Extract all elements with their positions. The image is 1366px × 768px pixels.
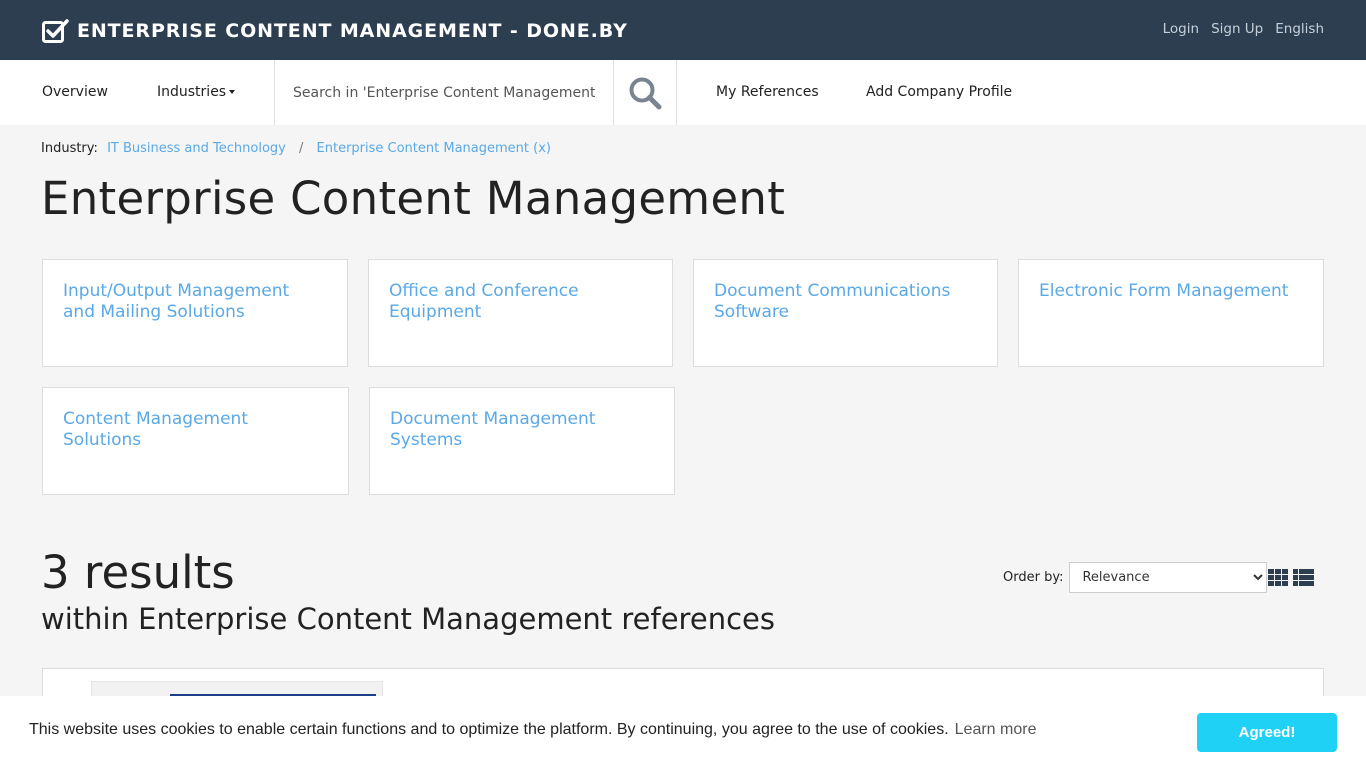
category-card[interactable]: Content Management Solutions [42, 387, 349, 495]
top-header: ENTERPRISE CONTENT MANAGEMENT - DONE.BY … [0, 0, 1366, 60]
category-link[interactable]: Content Management Solutions [63, 409, 328, 451]
checkbox-check-icon [42, 19, 69, 43]
nav-add-company-profile[interactable]: Add Company Profile [866, 84, 1012, 100]
view-toggle [1268, 569, 1314, 586]
search-button[interactable] [614, 60, 677, 125]
results-subtitle: within Enterprise Content Management ref… [41, 602, 775, 636]
breadcrumb-item-ecm-remove[interactable]: Enterprise Content Management (x) [317, 141, 551, 156]
order-by-select[interactable]: Relevance [1069, 562, 1268, 593]
cookie-learn-more-link[interactable]: Learn more [955, 721, 1037, 738]
nav-my-references[interactable]: My References [716, 84, 819, 100]
main-navbar: Overview Industries My References Add Co… [0, 60, 1366, 125]
caret-down-icon [229, 90, 236, 94]
category-card[interactable]: Document Management Systems [369, 387, 675, 495]
page-title: Enterprise Content Management [41, 172, 786, 225]
breadcrumb-label: Industry: [41, 141, 98, 156]
search-box [274, 60, 614, 125]
brand-title: ENTERPRISE CONTENT MANAGEMENT - DONE.BY [77, 20, 628, 42]
grid-view-icon[interactable] [1268, 569, 1288, 586]
breadcrumb-separator: / [298, 141, 304, 156]
search-icon [629, 77, 662, 109]
cookie-message: This website uses cookies to enable cert… [29, 721, 1036, 739]
login-link[interactable]: Login [1163, 21, 1199, 37]
order-by-label: Order by: [1003, 570, 1064, 585]
nav-industries-label: Industries [157, 84, 227, 100]
order-by-control: Order by: Relevance [1003, 562, 1268, 593]
category-card[interactable]: Electronic Form Management [1018, 259, 1324, 367]
cookie-banner: This website uses cookies to enable cert… [0, 696, 1366, 768]
breadcrumb: Industry: IT Business and Technology / E… [41, 141, 551, 156]
category-link[interactable]: Document Management Systems [390, 409, 654, 451]
breadcrumb-item-it-business[interactable]: IT Business and Technology [107, 141, 286, 156]
list-view-icon[interactable] [1293, 569, 1314, 586]
category-link[interactable]: Office and Conference Equipment [389, 281, 652, 323]
cookie-agree-button[interactable]: Agreed! [1197, 713, 1337, 752]
cookie-text: This website uses cookies to enable cert… [29, 721, 949, 738]
search-input[interactable] [275, 60, 613, 125]
nav-industries-dropdown[interactable]: Industries [157, 84, 236, 100]
category-card[interactable]: Input/Output Management and Mailing Solut… [42, 259, 348, 367]
category-link[interactable]: Document Communications Software [714, 281, 977, 323]
category-card[interactable]: Office and Conference Equipment [368, 259, 673, 367]
account-links: Login Sign Up English [1163, 21, 1324, 37]
results-count: 3 results [41, 546, 235, 599]
brand-logo[interactable]: ENTERPRISE CONTENT MANAGEMENT - DONE.BY [42, 18, 628, 44]
category-card[interactable]: Document Communications Software [693, 259, 998, 367]
category-link[interactable]: Input/Output Management and Mailing Solut… [63, 281, 327, 323]
nav-overview[interactable]: Overview [42, 84, 108, 100]
category-link[interactable]: Electronic Form Management [1039, 281, 1303, 302]
signup-link[interactable]: Sign Up [1211, 21, 1263, 37]
language-link[interactable]: English [1275, 21, 1324, 37]
